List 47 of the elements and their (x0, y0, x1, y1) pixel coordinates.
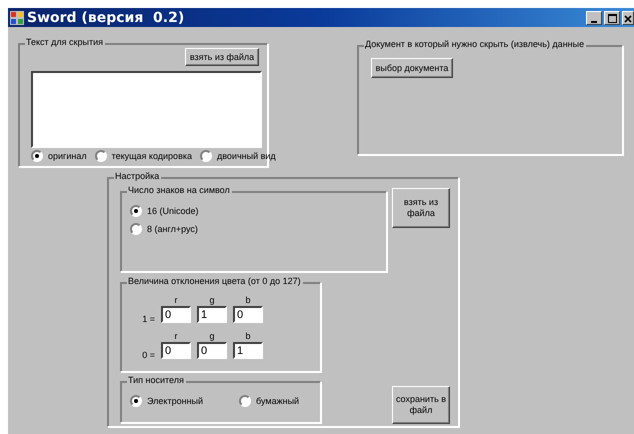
radio-option[interactable]: оригинал (31, 150, 87, 162)
radio-button[interactable] (94, 150, 107, 162)
radio-button[interactable] (31, 150, 43, 162)
close-icon (624, 14, 632, 22)
channel-label: b (244, 331, 252, 342)
group-title: Величина отклонения цвета (от 0 до 127) (127, 276, 303, 286)
radio-option[interactable]: двоичный вид (200, 150, 276, 162)
group-title: Число знаков на символ (127, 185, 232, 195)
load-file-button[interactable]: взять из файла (185, 48, 259, 66)
input-field[interactable]: 0 (161, 342, 191, 359)
minimize-icon (591, 20, 597, 22)
radio-option[interactable]: 16 (Unicode) (130, 205, 199, 217)
channel-label: r (174, 295, 178, 306)
channel-label: g (208, 295, 216, 306)
group-title: Настройка (114, 171, 162, 181)
input-field[interactable]: 0 (233, 306, 263, 323)
radio-option[interactable]: 8 (англ+рус) (130, 223, 199, 235)
radio-option[interactable]: бумажный (239, 395, 300, 407)
maximize-icon (608, 14, 616, 22)
channel-label: r (174, 331, 178, 342)
group-title: Тип носителя (127, 375, 186, 385)
app-icon (10, 10, 24, 24)
text-area[interactable] (31, 71, 262, 148)
radio-button[interactable] (200, 150, 212, 162)
radio-button[interactable] (130, 205, 142, 217)
radio-option[interactable]: Электронный (130, 395, 204, 407)
save-file-button[interactable]: сохранить в файл (392, 386, 450, 424)
row-label: 1 = (141, 314, 155, 324)
channel-label: g (208, 331, 216, 342)
row-label: 0 = (141, 350, 155, 360)
input-field[interactable]: 0 (197, 342, 227, 359)
channel-label: b (244, 295, 252, 306)
radio-button[interactable] (130, 223, 142, 235)
close-button[interactable] (622, 10, 634, 24)
input-field[interactable]: 1 (197, 306, 227, 323)
input-field[interactable]: 0 (161, 306, 191, 323)
minimize-button[interactable] (586, 10, 602, 24)
group-title: Текст для скрытия (25, 37, 105, 47)
input-field[interactable]: 1 (233, 342, 263, 359)
window-title: Sword (версия 0.2) (27, 10, 186, 26)
radio-button[interactable] (239, 395, 252, 407)
maximize-button[interactable] (604, 10, 620, 24)
load-file-button[interactable]: взять из файла (392, 188, 450, 228)
select-document-button[interactable]: выбор документа (371, 58, 453, 78)
radio-button[interactable] (130, 395, 142, 407)
radio-option[interactable]: текущая кодировка (94, 150, 192, 162)
group-title: Документ в который нужно скрыть (извлечь) данные (364, 39, 586, 49)
